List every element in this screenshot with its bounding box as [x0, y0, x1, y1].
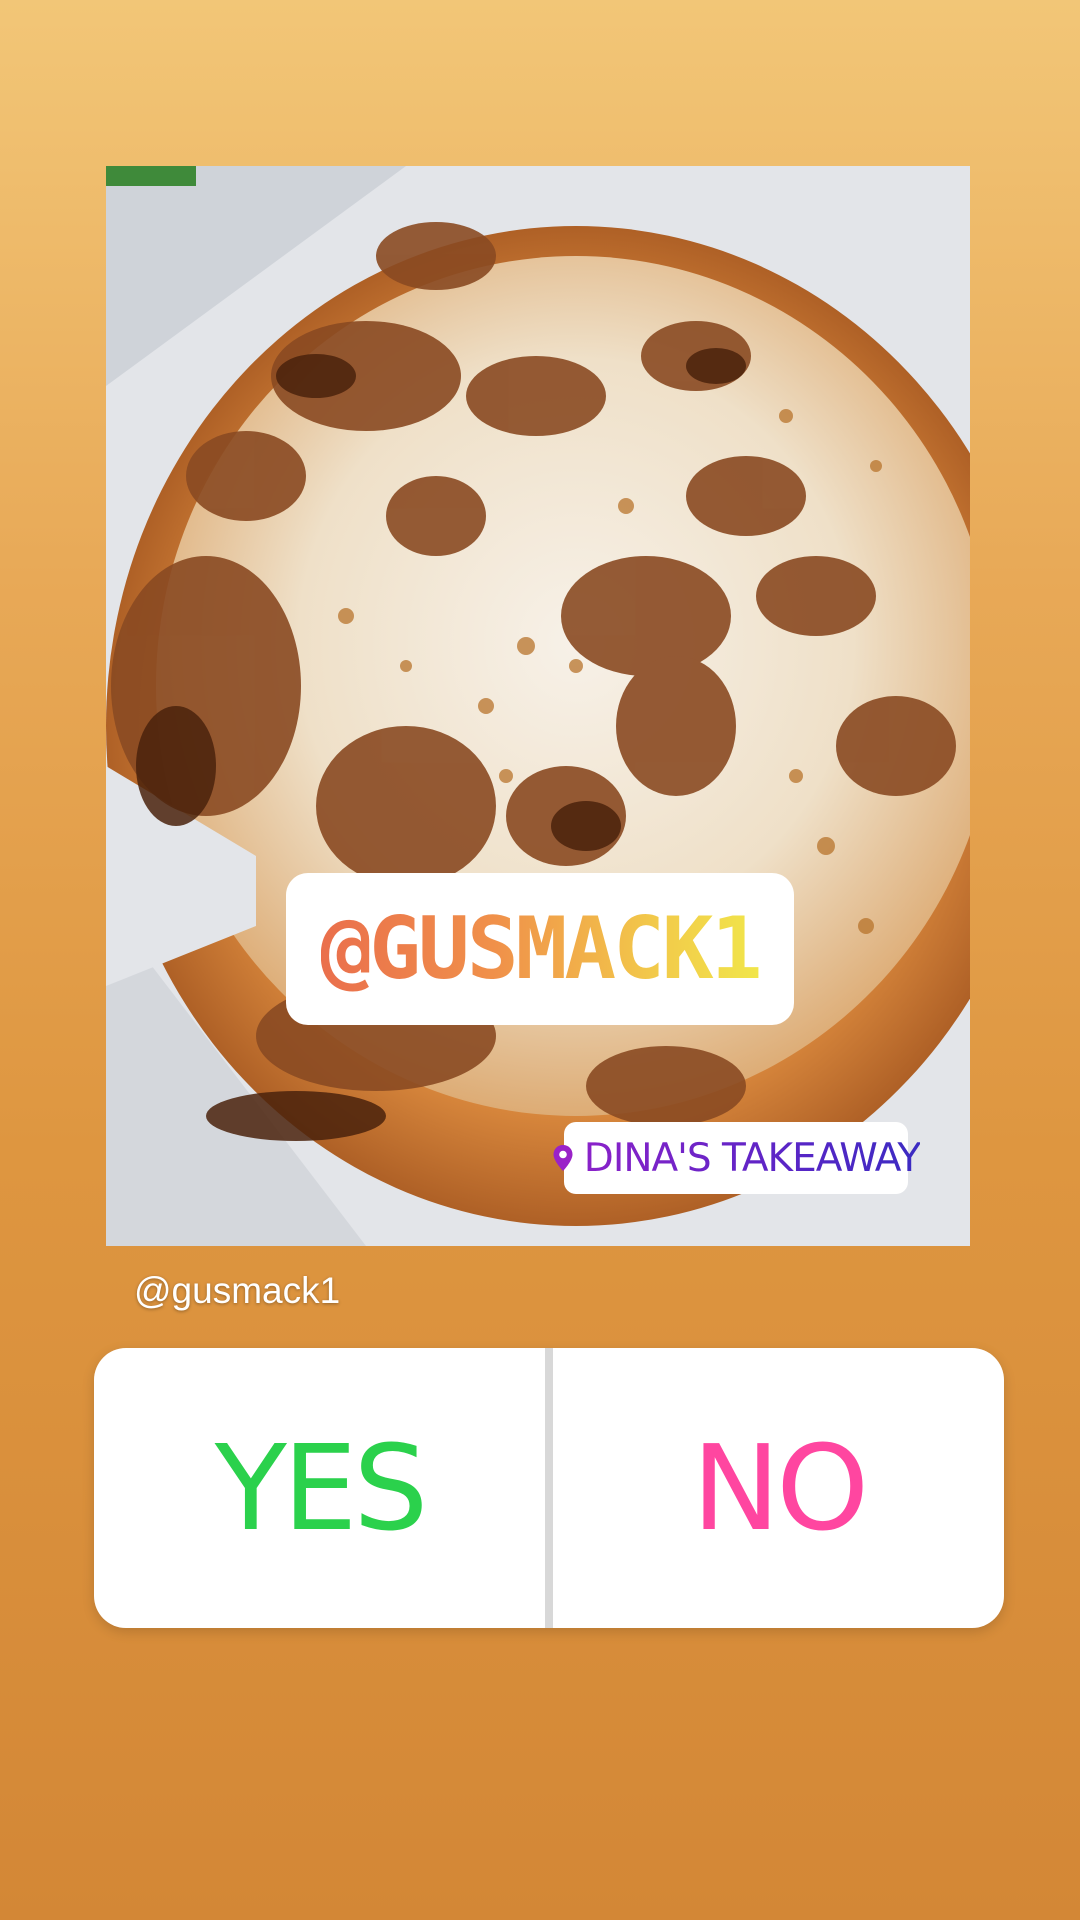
poll-divider	[545, 1348, 553, 1628]
poll-option-no[interactable]: NO	[553, 1348, 1004, 1628]
location-sticker[interactable]: DINA'S TAKEAWAY	[553, 1122, 921, 1194]
mention-text: @GUSMACK1	[320, 899, 763, 999]
location-pin-icon	[553, 1145, 573, 1171]
pizza-image	[106, 166, 970, 1246]
mention-sticker[interactable]: @GUSMACK1	[286, 873, 794, 1025]
poll-sticker: YES NO	[94, 1348, 1004, 1628]
author-handle[interactable]: @gusmack1	[134, 1270, 340, 1312]
story-photo	[106, 166, 970, 1246]
poll-option-yes[interactable]: YES	[94, 1348, 545, 1628]
location-text: DINA'S TAKEAWAY	[583, 1135, 921, 1181]
